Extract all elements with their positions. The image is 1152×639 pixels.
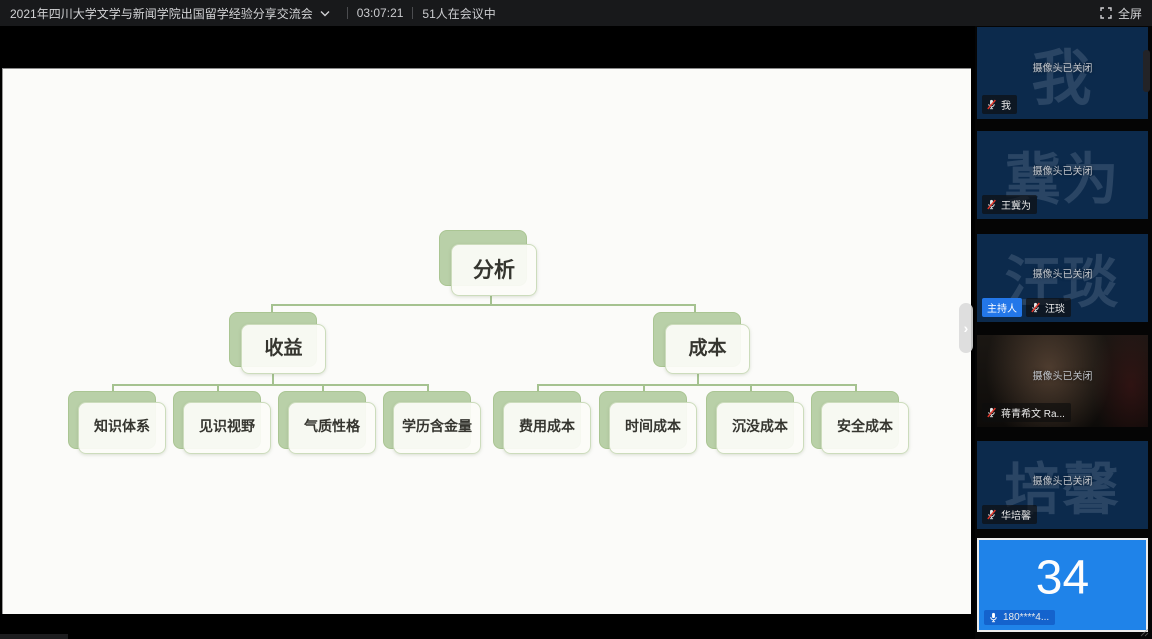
shared-screen-canvas: 分析 收益 成本 知识体系 见识视野 气质性格 学历含金量 (2, 68, 971, 614)
mic-muted-icon (986, 99, 997, 110)
participant-sidebar: 我 摄像头已关闭 我 冀为 摄像头已关闭 (975, 26, 1152, 639)
camera-off-text: 摄像头已关闭 (977, 472, 1148, 487)
chevron-right-icon: › (964, 321, 969, 335)
node-label: 沉没成本 (716, 402, 804, 454)
shared-screen-stage: 分析 收益 成本 知识体系 见识视野 气质性格 学历含金量 (0, 26, 975, 639)
meeting-titlebar: 2021年四川大学文学与新闻学院出国留学经验分享交流会 03:07:21 51人… (0, 0, 1152, 26)
connector-line (272, 374, 274, 384)
node-label: 安全成本 (821, 402, 909, 454)
participant-name: 蒋青希文 Ra... (1001, 405, 1065, 420)
fullscreen-icon (1100, 7, 1112, 19)
mic-muted-icon (986, 407, 997, 418)
connector-line (697, 374, 699, 384)
participant-name: 王冀为 (1001, 197, 1031, 212)
connector-line (490, 296, 492, 304)
chevron-down-icon[interactable] (320, 10, 330, 17)
mindmap-leaf-node: 时间成本 (599, 391, 687, 449)
bottom-left-strip (0, 634, 68, 639)
connector-line (112, 384, 428, 386)
participant-name-pill: 华培馨 (982, 505, 1037, 524)
mindmap-leaf-node: 见识视野 (173, 391, 261, 449)
node-label: 学历含金量 (393, 402, 481, 454)
participant-tile[interactable]: 冀为 摄像头已关闭 王冀为 (977, 131, 1148, 219)
node-label: 成本 (665, 324, 750, 374)
participant-name: 华培馨 (1001, 507, 1031, 522)
participant-name-pill: 王冀为 (982, 195, 1037, 214)
participant-tile[interactable]: 摄像头已关闭 蒋青希文 Ra... (977, 335, 1148, 427)
mic-on-icon (988, 612, 999, 623)
participant-name-pill: 180****4... (984, 610, 1055, 625)
divider (347, 7, 348, 19)
node-label: 时间成本 (609, 402, 697, 454)
meeting-title: 2021年四川大学文学与新闻学院出国留学经验分享交流会 (10, 5, 313, 22)
mindmap-leaf-node: 知识体系 (68, 391, 156, 449)
fullscreen-button[interactable]: 全屏 (1100, 5, 1142, 22)
node-label: 费用成本 (503, 402, 591, 454)
meeting-timer: 03:07:21 (357, 6, 404, 20)
connector-line (537, 384, 856, 386)
mindmap-leaf-node: 安全成本 (811, 391, 899, 449)
participant-name: 汪琰 (1045, 300, 1065, 315)
resize-grip-icon[interactable] (1137, 629, 1149, 637)
participant-name-pill: 我 (982, 95, 1017, 114)
mindmap-leaf-node: 气质性格 (278, 391, 366, 449)
participant-name-pill: 汪琰 (1026, 298, 1071, 317)
participant-name: 我 (1001, 97, 1011, 112)
participant-tile[interactable]: 汪琰 摄像头已关闭 主持人 汪琰 (977, 234, 1148, 322)
mindmap-leaf-node: 沉没成本 (706, 391, 794, 449)
participant-count: 51人在会议中 (422, 5, 495, 22)
camera-off-text: 摄像头已关闭 (977, 368, 1148, 383)
mindmap-root-node: 分析 (439, 230, 527, 286)
mindmap-branch-node: 成本 (653, 312, 741, 367)
participant-display-number: 34 (979, 550, 1146, 605)
mic-muted-icon (1030, 302, 1041, 313)
camera-off-text: 摄像头已关闭 (977, 162, 1148, 177)
sidebar-collapse-handle[interactable]: › (959, 303, 973, 353)
connector-line (271, 304, 695, 306)
mic-muted-icon (986, 199, 997, 210)
node-label: 气质性格 (288, 402, 376, 454)
node-label: 知识体系 (78, 402, 166, 454)
mindmap-leaf-node: 费用成本 (493, 391, 581, 449)
node-label: 分析 (451, 244, 537, 296)
divider (412, 7, 413, 19)
mindmap-branch-node: 收益 (229, 312, 317, 367)
node-label: 收益 (241, 324, 326, 374)
fullscreen-label: 全屏 (1118, 5, 1142, 22)
camera-off-text: 摄像头已关闭 (977, 60, 1148, 75)
participant-tile-active-speaker[interactable]: 34 180****4... (977, 538, 1148, 632)
node-label: 见识视野 (183, 402, 271, 454)
mindmap-leaf-node: 学历含金量 (383, 391, 471, 449)
sidebar-scrollbar-thumb[interactable] (1143, 50, 1150, 92)
participant-tile[interactable]: 培馨 摄像头已关闭 华培馨 (977, 441, 1148, 529)
participant-name: 180****4... (1003, 612, 1049, 623)
mic-muted-icon (986, 509, 997, 520)
host-badge: 主持人 (982, 298, 1022, 317)
camera-off-text: 摄像头已关闭 (977, 265, 1148, 280)
participant-tile[interactable]: 我 摄像头已关闭 我 (977, 27, 1148, 119)
participant-name-pill: 蒋青希文 Ra... (982, 403, 1071, 422)
